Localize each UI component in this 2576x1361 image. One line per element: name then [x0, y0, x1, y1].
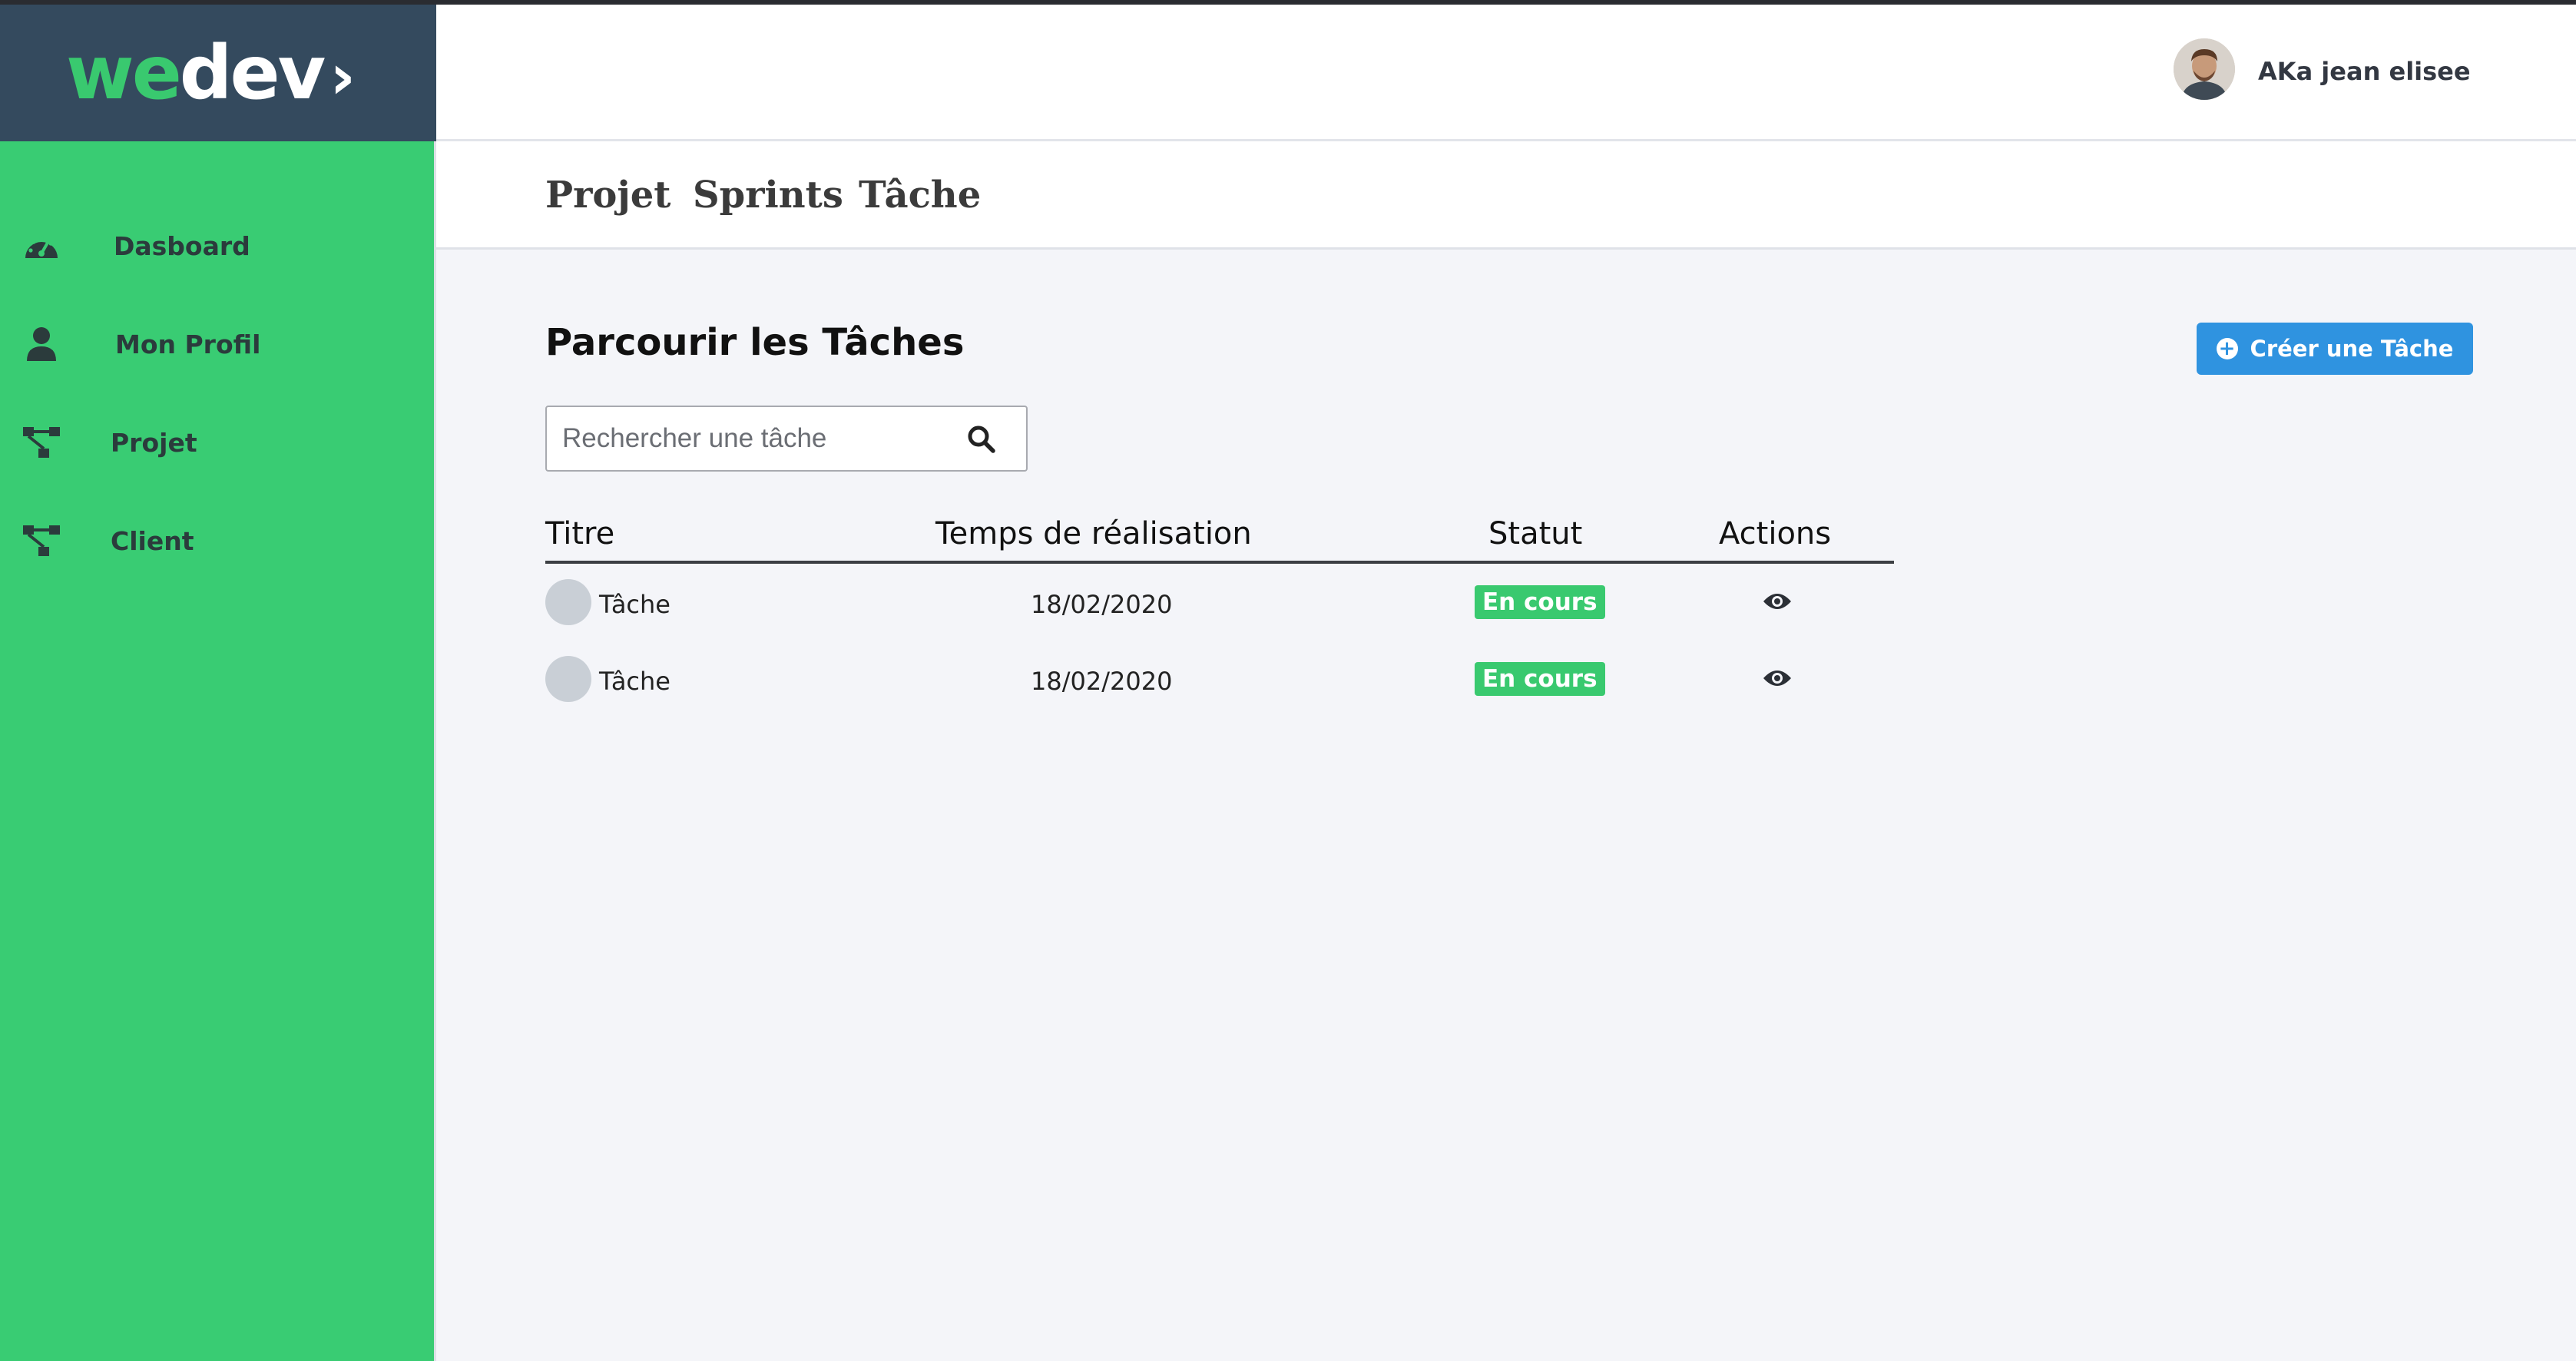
sidebar-item-label: Mon Profil	[115, 329, 261, 359]
sidebar-item-dashboard[interactable]: Dasboard	[0, 215, 434, 277]
page-title: Parcourir les Tâches	[545, 321, 965, 364]
table-row: Tâche 18/02/2020 En cours	[545, 568, 1894, 637]
column-header-titre: Titre	[545, 516, 615, 551]
table-row: Tâche 18/02/2020 En cours	[545, 645, 1894, 714]
status-badge: En cours	[1475, 585, 1605, 619]
top-header: AKa jean elisee	[436, 5, 2576, 141]
column-header-actions: Actions	[1719, 516, 1832, 551]
eye-icon[interactable]	[1762, 667, 1793, 690]
username[interactable]: AKa jean elisee	[2258, 57, 2471, 86]
table-header: Titre Temps de réalisation Statut Action…	[545, 516, 1894, 564]
task-avatar	[545, 579, 591, 625]
sidebar: Dasboard Mon Profil Projet Client	[0, 141, 436, 1361]
eye-icon[interactable]	[1762, 590, 1793, 613]
logo-area[interactable]: wedev›	[0, 5, 436, 141]
search-input[interactable]	[562, 407, 962, 470]
sidebar-item-label: Projet	[111, 427, 197, 458]
search-icon[interactable]	[966, 424, 997, 455]
user-avatar[interactable]	[2174, 38, 2235, 100]
sidebar-item-projet[interactable]: Projet	[0, 412, 434, 473]
tab-sprints[interactable]: Sprints	[693, 174, 843, 217]
task-title: Tâche	[599, 667, 670, 696]
sidebar-item-label: Client	[111, 525, 194, 556]
plus-circle-icon: +	[2216, 338, 2238, 359]
column-header-temps: Temps de réalisation	[935, 516, 1252, 551]
wedev-logo: wedev›	[66, 36, 356, 110]
sitemap-icon	[22, 422, 61, 462]
sitemap-icon	[22, 521, 61, 561]
sub-navigation: Projet Sprints Tâche	[436, 141, 2576, 250]
create-task-label: Créer une Tâche	[2250, 336, 2454, 362]
task-date: 18/02/2020	[1031, 667, 1173, 696]
dashboard-gauge-icon	[22, 226, 61, 266]
logo-chevron: ›	[329, 41, 356, 114]
search-box	[545, 406, 1028, 472]
user-icon	[22, 324, 61, 364]
sidebar-item-profile[interactable]: Mon Profil	[0, 313, 434, 375]
task-avatar	[545, 656, 591, 702]
column-header-statut: Statut	[1488, 516, 1583, 551]
logo-text-we: we	[66, 30, 182, 116]
sidebar-item-client[interactable]: Client	[0, 510, 434, 571]
status-badge: En cours	[1475, 662, 1605, 696]
tab-tache[interactable]: Tâche	[859, 174, 981, 217]
sidebar-item-label: Dasboard	[114, 230, 250, 261]
logo-text-dev: dev	[179, 30, 326, 116]
task-title: Tâche	[599, 590, 670, 619]
create-task-button[interactable]: + Créer une Tâche	[2197, 323, 2473, 375]
tab-projet[interactable]: Projet	[545, 174, 670, 217]
task-date: 18/02/2020	[1031, 590, 1173, 619]
